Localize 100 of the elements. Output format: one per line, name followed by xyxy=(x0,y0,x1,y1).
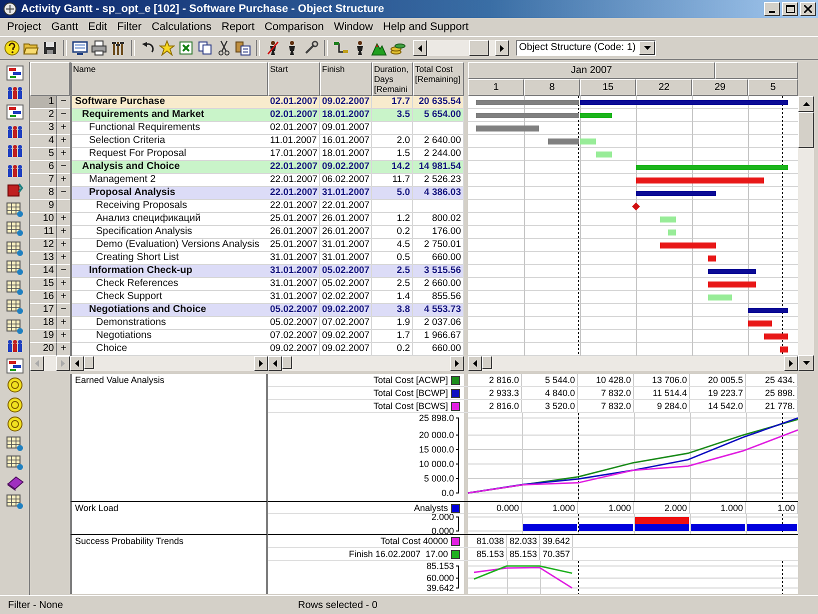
table-cell: 11.01.2007 xyxy=(268,135,320,147)
table-cell: 2.000 xyxy=(634,502,690,514)
table-cell: 1.9 xyxy=(372,317,413,329)
table-cell: 2.0 xyxy=(372,135,413,147)
table-cell: 17.01.2007 xyxy=(268,148,320,160)
panel-title: Success Probability Trends xyxy=(75,536,184,546)
table-cell: 09.02.2007 xyxy=(268,343,320,355)
table-cell: 1.000 xyxy=(522,502,578,514)
table-cell: 07.02.2007 xyxy=(268,330,320,342)
table-cell: 09.01.2007 xyxy=(320,122,372,134)
table-cell: 05.02.2007 xyxy=(320,265,372,277)
table-cell: 13 706.0 xyxy=(634,374,690,386)
table-cell: 19 223.7 xyxy=(690,387,746,399)
month-header: Jan 2007 xyxy=(468,62,715,79)
table-cell: 3.8 xyxy=(372,304,413,316)
table-cell: 31.01.2007 xyxy=(320,239,372,251)
table-cell: 1.2 xyxy=(372,213,413,225)
table-cell: 70.357 xyxy=(540,548,573,560)
legend-label: Analysts xyxy=(414,503,448,513)
axis-label: 20 000.0 xyxy=(418,430,454,440)
table-cell: 16.01.2007 xyxy=(320,135,372,147)
legend-label: Total Cost [BCWP] xyxy=(373,388,448,398)
table-cell: 22.01.2007 xyxy=(268,161,320,173)
table-cell: 22.01.2007 xyxy=(268,174,320,186)
table-cell: 31.01.2007 xyxy=(268,265,320,277)
week-header: 1 xyxy=(468,79,524,96)
table-cell: 31.01.2007 xyxy=(268,252,320,264)
week-header: 8 xyxy=(524,79,580,96)
table-cell: 26.01.2007 xyxy=(320,213,372,225)
axis-label: 2.000 xyxy=(431,514,454,522)
table-cell: 2.5 xyxy=(372,265,413,277)
panel-title: Earned Value Analysis xyxy=(75,375,164,385)
table-cell: 2 933.3 xyxy=(468,387,522,399)
table-cell: 06.02.2007 xyxy=(320,174,372,186)
table-cell: 9 284.0 xyxy=(634,400,690,412)
table-cell: 26.01.2007 xyxy=(268,226,320,238)
table-cell: 2 816.0 xyxy=(468,400,522,412)
table-cell: 11.7 xyxy=(372,174,413,186)
table-cell: 07.02.2007 xyxy=(320,317,372,329)
table-cell: 0.2 xyxy=(372,226,413,238)
week-header: 15 xyxy=(580,79,636,96)
table-cell: 4 840.0 xyxy=(522,387,578,399)
table-cell: 0.5 xyxy=(372,252,413,264)
table-cell: 31.01.2007 xyxy=(268,278,320,290)
table-cell: 3 520.0 xyxy=(522,400,578,412)
legend-label: Finish 16.02.2007 17.00 xyxy=(348,549,448,559)
table-cell: 1.5 xyxy=(372,148,413,160)
axis-label: 15 000.0 xyxy=(418,444,454,455)
table-cell: 31.01.2007 xyxy=(268,291,320,303)
table-cell: 1.7 xyxy=(372,330,413,342)
table-cell: 22.01.2007 xyxy=(268,200,320,212)
table-cell: 85.153 xyxy=(507,548,540,560)
table-cell: 2.5 xyxy=(372,278,413,290)
table-cell: 02.01.2007 xyxy=(268,122,320,134)
table-cell: 5 544.0 xyxy=(522,374,578,386)
table-cell: 09.02.2007 xyxy=(320,96,372,108)
legend-label: Total Cost [BCWS] xyxy=(373,401,448,411)
table-cell: 1.000 xyxy=(578,502,634,514)
legend-label: Total Cost 40000 xyxy=(380,536,448,546)
table-cell: 0.000 xyxy=(468,502,522,514)
table-cell: 05.02.2007 xyxy=(320,278,372,290)
table-cell: 22.01.2007 xyxy=(268,187,320,199)
axis-label: 0.000 xyxy=(431,526,454,534)
table-cell: 2 816.0 xyxy=(468,374,522,386)
table-cell: 02.01.2007 xyxy=(268,96,320,108)
table-cell: 31.01.2007 xyxy=(320,187,372,199)
week-header: 5 xyxy=(748,79,798,96)
table-cell: 4.5 xyxy=(372,239,413,251)
table-cell: 11 514.4 xyxy=(634,387,690,399)
axis-label: 10 000.0 xyxy=(418,459,454,470)
table-cell: 05.02.2007 xyxy=(268,317,320,329)
table-cell: 82.033 xyxy=(507,535,540,547)
table-cell: 17.7 xyxy=(372,96,413,108)
table-cell: 18.01.2007 xyxy=(320,109,372,121)
rows-selected-status: Rows selected - 0 xyxy=(298,600,378,610)
table-cell: 26.01.2007 xyxy=(320,226,372,238)
table-cell: 0.2 xyxy=(372,343,413,355)
table-cell: 09.02.2007 xyxy=(320,330,372,342)
table-cell: 25.01.2007 xyxy=(268,239,320,251)
table-cell: 85.153 xyxy=(468,548,507,560)
table-cell: 1.4 xyxy=(372,291,413,303)
table-cell: 81.038 xyxy=(468,535,507,547)
table-cell: 20 005.5 xyxy=(690,374,746,386)
table-cell: 09.02.2007 xyxy=(320,343,372,355)
week-header: 29 xyxy=(692,79,748,96)
table-cell: 10 428.0 xyxy=(578,374,634,386)
table-cell: 25.01.2007 xyxy=(268,213,320,225)
table-cell: 14 542.0 xyxy=(690,400,746,412)
filter-status: Filter - None xyxy=(8,600,64,610)
table-cell: 1.000 xyxy=(690,502,746,514)
table-cell: 3.5 xyxy=(372,109,413,121)
legend-label: Total Cost [ACWP] xyxy=(373,375,448,385)
axis-label: 60.000 xyxy=(426,573,454,584)
table-cell: 14.2 xyxy=(372,161,413,173)
axis-label: 5 000.0 xyxy=(424,474,454,484)
table-cell: 09.02.2007 xyxy=(320,161,372,173)
table-cell: 18.01.2007 xyxy=(320,148,372,160)
axis-label: 39.642 xyxy=(426,583,454,593)
table-cell: 31.01.2007 xyxy=(320,252,372,264)
axis-label: 25 898.0 xyxy=(418,413,454,423)
